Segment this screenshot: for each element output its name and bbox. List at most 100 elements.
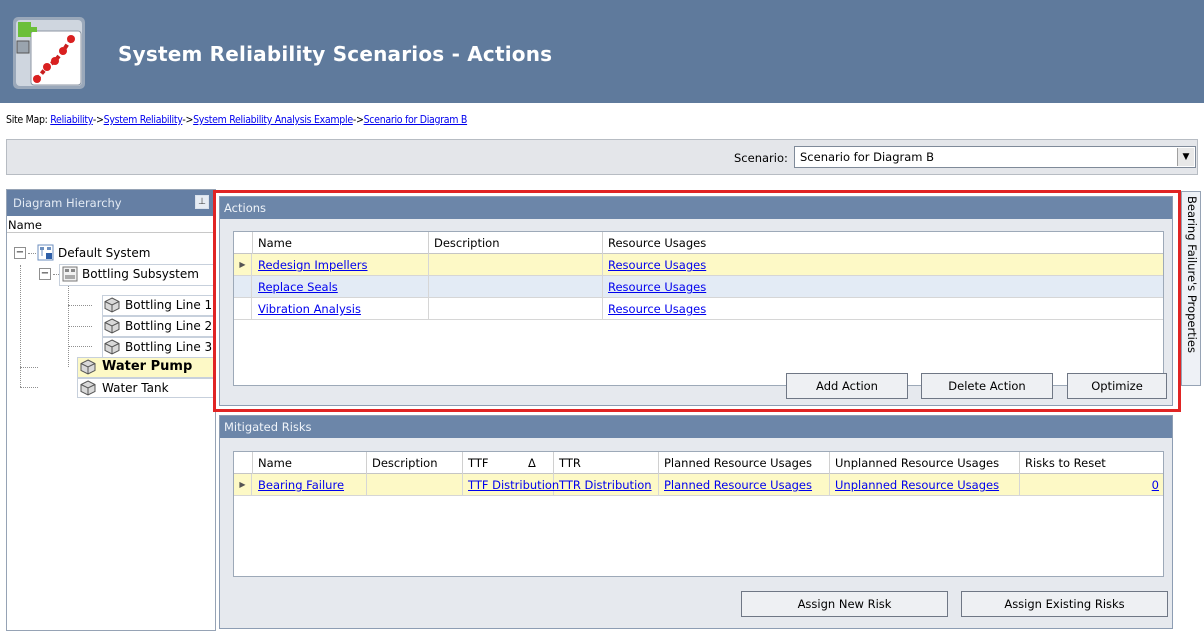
properties-side-tab[interactable]: Bearing Failure's Properties [1181,191,1201,386]
actions-panel: Actions Name Description Resource Usages… [219,196,1173,406]
breadcrumb-scenario[interactable]: Scenario for Diagram B [364,114,468,126]
system-icon [37,244,54,261]
optimize-button[interactable]: Optimize [1067,373,1167,399]
table-row[interactable]: Replace Seals Resource Usages [234,276,1163,298]
ttr-distribution-link[interactable]: TTR Distribution [559,478,652,492]
resource-usages-link[interactable]: Resource Usages [608,302,706,316]
delete-action-button[interactable]: Delete Action [921,373,1053,399]
collapse-icon[interactable]: − [39,268,51,280]
row-selector [234,298,252,320]
planned-resource-usages-link[interactable]: Planned Resource Usages [664,478,812,492]
scenario-label: Scenario: [734,151,788,165]
mitigated-risks-title: Mitigated Risks [220,416,1172,438]
breadcrumb-prefix: Site Map: [6,114,48,126]
unplanned-cell: Unplanned Resource Usages [830,474,1020,496]
row-selector-header [234,452,253,474]
risks-grid: Name Description TTF Δ TTR Planned Resou… [233,451,1164,577]
actions-panel-title: Actions [220,197,1172,219]
column-header-risks-to-reset[interactable]: Risks to Reset [1020,452,1163,474]
resource-usages-cell: Resource Usages [603,276,1163,298]
reliability-diagram-icon [13,17,85,89]
column-header-resource-usages[interactable]: Resource Usages [603,232,1163,254]
hierarchy-column-header: Name [7,216,215,233]
asset-cube-icon [104,318,120,334]
side-tab-label: Bearing Failure's Properties [1185,196,1199,353]
tree-node-bottling-line-3[interactable]: Bottling Line 3 [7,337,215,357]
row-pointer-icon: ▶ [234,254,252,276]
action-name-cell: Replace Seals [253,276,429,298]
ttf-cell: TTF Distribution [463,474,559,496]
ttf-distribution-link[interactable]: TTF Distribution [468,478,559,492]
tree-node-label: Bottling Line 2 [125,319,213,333]
breadcrumb-reliability[interactable]: Reliability [50,114,93,126]
diagram-hierarchy-panel: Diagram Hierarchy ⊥ Name − Default Syste… [6,189,216,631]
action-description-cell [429,276,603,298]
unplanned-resource-usages-link[interactable]: Unplanned Resource Usages [835,478,999,492]
tree-node-label: Bottling Subsystem [82,267,199,281]
page-header: System Reliability Scenarios - Actions [0,0,1204,103]
mitigated-risks-panel: Mitigated Risks Name Description TTF Δ T… [219,415,1173,629]
table-row[interactable]: ▶ Redesign Impellers Resource Usages [234,254,1163,276]
risk-description-cell [367,474,463,496]
breadcrumb-separator: -> [92,114,104,126]
tree-node-water-tank[interactable]: Water Tank [7,378,215,398]
breadcrumb-separator: -> [352,114,364,126]
action-name-link[interactable]: Replace Seals [258,280,338,294]
tree-node-bottling-line-1[interactable]: Bottling Line 1 [7,295,215,315]
table-row[interactable]: ▶ Bearing Failure TTF Distribution TTR D… [234,474,1163,496]
column-header-description[interactable]: Description [429,232,603,254]
collapse-icon[interactable]: − [14,247,26,259]
risk-name-cell: Bearing Failure [253,474,367,496]
asset-cube-icon [80,380,96,396]
breadcrumb-separator: -> [182,114,194,126]
tree-node-label: Water Tank [102,381,169,395]
risk-name-link[interactable]: Bearing Failure [258,478,344,492]
ttr-cell: TTR Distribution [554,474,659,496]
risks-to-reset-cell: 0 [1020,474,1163,496]
chevron-down-icon[interactable]: ▼ [1177,148,1194,166]
risks-grid-header: Name Description TTF Δ TTR Planned Resou… [234,452,1163,474]
ttf-header-label: TTF [468,456,489,470]
risks-to-reset-link[interactable]: 0 [1152,478,1159,492]
action-name-link[interactable]: Vibration Analysis [258,302,361,316]
action-name-link[interactable]: Redesign Impellers [258,258,368,272]
tree-node-bottling-subsystem[interactable]: − Bottling Subsystem [7,264,215,284]
action-description-cell [429,254,603,276]
asset-cube-icon [80,359,96,375]
asset-cube-icon [104,339,120,355]
resource-usages-link[interactable]: Resource Usages [608,258,706,272]
hierarchy-title: Diagram Hierarchy [13,196,122,210]
row-pointer-icon: ▶ [234,474,252,496]
tree-node-label: Water Pump [102,359,193,374]
assign-existing-risks-button[interactable]: Assign Existing Risks [961,591,1168,617]
action-name-cell: Vibration Analysis [253,298,429,320]
assign-new-risk-button[interactable]: Assign New Risk [741,591,948,617]
breadcrumb-system-reliability[interactable]: System Reliability [104,114,183,126]
tree-node-water-pump[interactable]: Water Pump [7,357,215,377]
column-header-ttr[interactable]: TTR [554,452,659,474]
tree-node-label: Default System [58,246,151,260]
add-action-button[interactable]: Add Action [786,373,908,399]
scenario-selected-value: Scenario for Diagram B [800,150,935,164]
column-header-planned[interactable]: Planned Resource Usages [659,452,830,474]
action-name-cell: Redesign Impellers [253,254,429,276]
tree-node-bottling-line-2[interactable]: Bottling Line 2 [7,316,215,336]
page-title: System Reliability Scenarios - Actions [118,42,553,66]
breadcrumb: Site Map: Reliability->System Reliabilit… [6,114,467,126]
table-row[interactable]: Vibration Analysis Resource Usages [234,298,1163,320]
asset-cube-icon [104,297,120,313]
tree-node-default-system[interactable]: − Default System [7,243,215,263]
pin-icon[interactable]: ⊥ [195,195,209,209]
resource-usages-cell: Resource Usages [603,254,1163,276]
column-header-name[interactable]: Name [253,232,429,254]
column-header-name[interactable]: Name [253,452,367,474]
column-header-description[interactable]: Description [367,452,463,474]
column-header-ttf[interactable]: TTF Δ [463,452,554,474]
resource-usages-link[interactable]: Resource Usages [608,280,706,294]
scenario-dropdown[interactable]: Scenario for Diagram B ▼ [794,146,1196,168]
breadcrumb-analysis[interactable]: System Reliability Analysis Example [193,114,353,126]
actions-grid: Name Description Resource Usages ▶ Redes… [233,231,1164,386]
column-header-unplanned[interactable]: Unplanned Resource Usages [830,452,1020,474]
action-description-cell [429,298,603,320]
planned-cell: Planned Resource Usages [659,474,830,496]
